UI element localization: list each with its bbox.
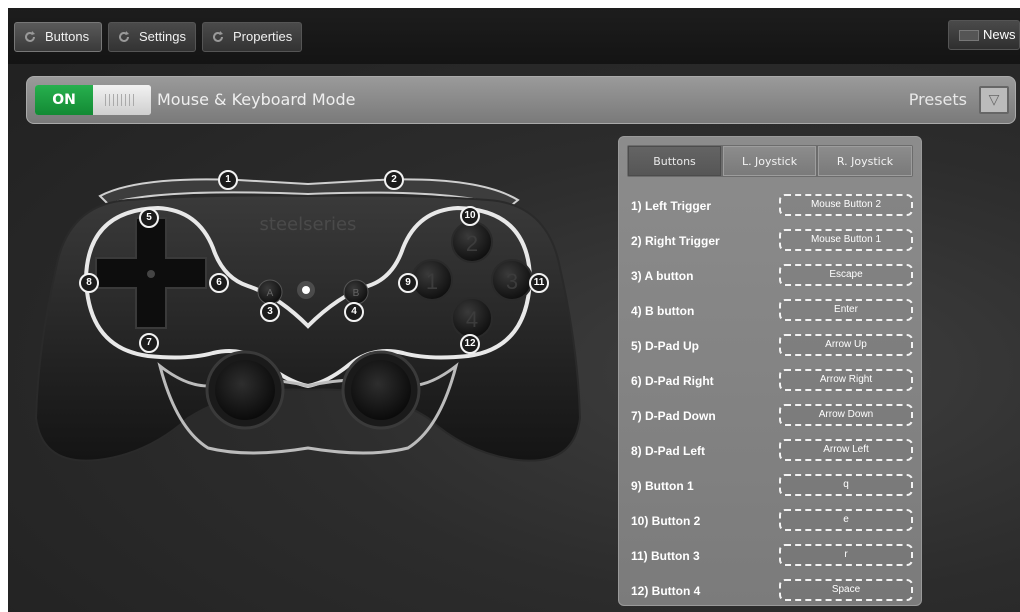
marker-dpad-left[interactable]: 8 [79,273,99,293]
mapping-label: 5) D-Pad Up [631,339,700,353]
marker-button-4[interactable]: 12 [460,334,480,354]
button-4-label: 4 [466,307,478,332]
button-2-label: 2 [466,231,478,256]
marker-dpad-up[interactable]: 5 [139,208,159,228]
marker-dpad-right[interactable]: 6 [209,273,229,293]
mapping-label: 10) Button 2 [631,514,701,528]
b-button-label: B [353,288,360,299]
mapping-value-field[interactable]: Mouse Button 2 [779,194,913,216]
button-3-label: 3 [506,269,518,294]
panel-tab-bar: Buttons L. Joystick R. Joystick [627,145,913,177]
marker-left-trigger[interactable]: 1 [218,170,238,190]
button-1-label: 1 [426,269,438,294]
mapping-row-button-1: 9) Button 1 q [619,473,923,507]
mapping-value-field[interactable]: Arrow Right [779,369,913,391]
mapping-label: 3) A button [631,269,694,283]
mapping-label: 11) Button 3 [631,549,700,563]
mapping-label: 9) Button 1 [631,479,694,493]
mapping-label: 8) D-Pad Left [631,444,706,458]
mapping-label: 1) Left Trigger [631,199,712,213]
mapping-value-field[interactable]: Escape [779,264,913,286]
mapping-value-field[interactable]: Mouse Button 1 [779,229,913,251]
mapping-row-dpad-left: 8) D-Pad Left Arrow Left [619,438,923,472]
marker-right-trigger[interactable]: 2 [384,170,404,190]
controller-diagram: steelseries A B 2 1 3 4 1 2 3 4 5 6 7 8 … [8,8,608,612]
mapping-row-a-button: 3) A button Escape [619,263,923,297]
news-label: News [983,27,1016,42]
mapping-value-field[interactable]: Space [779,579,913,601]
marker-button-1[interactable]: 9 [398,273,418,293]
mapping-row-b-button: 4) B button Enter [619,298,923,332]
panel-tab-buttons[interactable]: Buttons [628,146,721,176]
mapping-label: 12) Button 4 [631,584,701,598]
marker-dpad-down[interactable]: 7 [139,333,159,353]
mapping-value-field[interactable]: Arrow Down [779,404,913,426]
mapping-value-field[interactable]: e [779,509,913,531]
marker-button-2[interactable]: 10 [460,206,480,226]
mapping-label: 6) D-Pad Right [631,374,714,388]
triangle-down-icon: ▽ [988,92,1000,108]
mapping-label: 4) B button [631,304,695,318]
mapping-row-dpad-up: 5) D-Pad Up Arrow Up [619,333,923,367]
mapping-row-button-4: 12) Button 4 Space [619,578,923,612]
mapping-row-left-trigger: 1) Left Trigger Mouse Button 2 [619,193,923,227]
panel-tab-right-joystick[interactable]: R. Joystick [818,146,912,176]
news-button[interactable]: News [948,20,1020,50]
brand-logo: steelseries [260,214,357,235]
panel-tab-left-joystick[interactable]: L. Joystick [723,146,816,176]
mapping-label: 2) Right Trigger [631,234,720,248]
mapping-value-field[interactable]: q [779,474,913,496]
mapping-row-button-3: 11) Button 3 r [619,543,923,577]
mapping-value-field[interactable]: r [779,544,913,566]
mapping-row-dpad-down: 7) D-Pad Down Arrow Down [619,403,923,437]
presets-label: Presets [908,90,967,109]
mapping-row-button-2: 10) Button 2 e [619,508,923,542]
controller-graphic: steelseries A B 2 1 3 4 [34,178,582,462]
mapping-value-field[interactable]: Arrow Up [779,334,913,356]
mapping-row-dpad-right: 6) D-Pad Right Arrow Right [619,368,923,402]
news-icon [959,30,979,41]
app-window: Buttons Settings Properties News ON Mous… [8,8,1020,612]
mapping-value-field[interactable]: Arrow Left [779,439,913,461]
presets-dropdown-button[interactable]: ▽ [979,86,1009,114]
mapping-row-right-trigger: 2) Right Trigger Mouse Button 1 [619,228,923,262]
mapping-label: 7) D-Pad Down [631,409,716,423]
marker-a-button[interactable]: 3 [260,302,280,322]
marker-button-3[interactable]: 11 [529,273,549,293]
button-mapping-panel: Buttons L. Joystick R. Joystick 1) Left … [618,136,922,606]
a-button-label: A [267,288,274,299]
mapping-value-field[interactable]: Enter [779,299,913,321]
marker-b-button[interactable]: 4 [344,302,364,322]
